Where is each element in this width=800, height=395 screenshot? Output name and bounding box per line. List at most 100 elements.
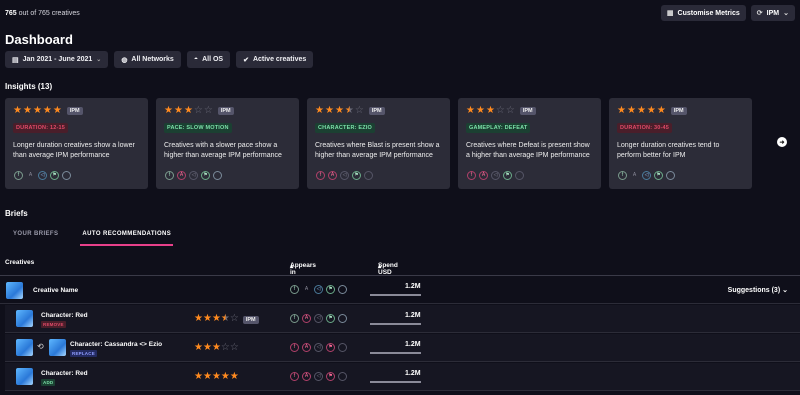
table-row[interactable]: Character: Red REMOVE ★★★★☆ IPM f A ◁ ⚑ 1.2M xyxy=(5,305,800,333)
android-icon: ⚑ xyxy=(352,171,361,180)
apple-icon xyxy=(213,171,222,180)
ipm-badge: IPM xyxy=(242,316,259,324)
network-icons: f A ◁ ⚑ xyxy=(14,171,71,180)
android-icon: ⚑ xyxy=(654,171,663,180)
adwords-icon: A xyxy=(328,171,337,180)
adwords-icon: A xyxy=(302,372,311,381)
insight-description: Longer duration creatives tend to perfor… xyxy=(617,142,720,159)
insight-card[interactable]: ★ ★ ★ ★ ★ IPM DURATION: 30-45 Longer duration… xyxy=(609,98,752,189)
creative-count: 765 out of 765 creatives xyxy=(5,9,80,17)
creative-thumbnail xyxy=(49,339,66,356)
column-creatives[interactable]: Creatives xyxy=(5,259,34,266)
apple-icon xyxy=(666,171,675,180)
apple-icon xyxy=(338,343,347,352)
creative-thumbnail xyxy=(6,282,23,299)
insight-card[interactable]: ★ ★ ★ ☆ ☆ IPM PACE: SLOW MOTION Creatives wit… xyxy=(156,98,299,189)
adwords-icon: A xyxy=(479,171,488,180)
insight-description: Creatives where Blast is present show a … xyxy=(315,142,440,159)
top-bar: 765 out of 765 creatives ▦ Customise Metr… xyxy=(5,5,795,21)
refresh-icon: ⟳ xyxy=(756,10,763,17)
insight-tag: DURATION: 12-15 xyxy=(13,123,69,133)
insights-heading: Insights (13) xyxy=(5,82,53,91)
insights-carousel: ★ ★ ★ ★ ★ IPM DURATION: 12-15 Longer duration… xyxy=(5,98,752,189)
customise-metrics-button[interactable]: ▦ Customise Metrics xyxy=(660,5,746,21)
insight-card[interactable]: ★ ★ ★ ★ ★ IPM DURATION: 12-15 Longer duration… xyxy=(5,98,148,189)
insight-tag: DURATION: 30-45 xyxy=(617,123,673,133)
carousel-next-button[interactable]: ➜ xyxy=(777,137,787,147)
star-icon: ★ xyxy=(52,105,62,116)
insight-tag: CHARACTER: EZIO xyxy=(315,123,376,133)
creative-name: Character: Red xyxy=(41,370,88,377)
star-icon: ☆ xyxy=(220,342,230,353)
unity-icon: ◁ xyxy=(340,171,349,180)
insight-card[interactable]: ★ ★ ★ ☆ ☆ IPM GAMEPLAY: DEFEAT Creatives wher… xyxy=(458,98,601,189)
spend-value: 1.2M xyxy=(405,341,421,348)
briefs-heading: Briefs xyxy=(5,209,28,218)
star-icon: ★ xyxy=(32,105,42,116)
unity-icon: ◁ xyxy=(491,171,500,180)
star-icon: ★ xyxy=(656,105,666,116)
unity-icon: ◁ xyxy=(189,171,198,180)
briefs-tabs: YOUR BRIEFS AUTO RECOMMENDATIONS xyxy=(13,231,174,246)
star-icon: ★ xyxy=(324,105,334,116)
adwords-icon: A xyxy=(302,343,311,352)
arrow-right-icon: ➜ xyxy=(779,139,785,146)
os-filter[interactable]: ◓ All OS xyxy=(186,51,231,68)
star-rating: ★ ★ ★ ★ ★ IPM xyxy=(617,106,744,116)
tab-auto-recommendations[interactable]: AUTO RECOMMENDATIONS xyxy=(80,231,174,246)
insight-card[interactable]: ★ ★ ★ ★ ☆ IPM CHARACTER: EZIO Creatives where… xyxy=(307,98,450,189)
creative-name: Character: Cassandra <> Ezio xyxy=(70,341,163,348)
facebook-icon: f xyxy=(290,285,299,294)
adwords-icon: A xyxy=(302,314,311,323)
star-icon: ★ xyxy=(194,313,203,324)
star-rating: ★★★★☆IPM xyxy=(194,314,259,324)
apple-icon xyxy=(338,285,347,294)
unity-icon: ◁ xyxy=(314,343,323,352)
insight-description: Creatives where Defeat is present show a… xyxy=(466,142,590,159)
network-icons: f A ◁ ⚑ xyxy=(618,171,675,180)
star-icon: ★ xyxy=(211,313,221,324)
facebook-icon: f xyxy=(467,171,476,180)
apple-icon xyxy=(338,314,347,323)
network-icons: f A ◁ ⚑ xyxy=(467,171,524,180)
chevron-down-icon: ⌄ xyxy=(783,10,789,17)
suggestions-toggle[interactable]: Suggestions (3) ⌄ xyxy=(728,286,788,294)
swap-icon: ⟲ xyxy=(37,342,44,351)
apple-icon xyxy=(364,171,373,180)
apple-icon xyxy=(515,171,524,180)
tab-your-briefs[interactable]: YOUR BRIEFS xyxy=(13,231,58,246)
android-icon: ⚑ xyxy=(50,171,59,180)
calendar-icon: ▤ xyxy=(12,56,19,64)
star-icon: ★ xyxy=(334,105,344,116)
spend-bar xyxy=(370,352,421,354)
android-icon: ◓ xyxy=(193,56,199,63)
table-row[interactable]: Character: Red ADD ★★★★★ f A ◁ ⚑ 1.2M xyxy=(5,363,800,391)
star-icon: ☆ xyxy=(354,105,364,116)
network-icons: f A ◁ ⚑ xyxy=(290,314,347,323)
star-icon: ★ xyxy=(344,105,354,116)
ipm-badge: IPM xyxy=(66,107,83,115)
star-rating: ★ ★ ★ ☆ ☆ IPM xyxy=(466,106,593,116)
check-circle-icon: ✔ xyxy=(243,56,249,64)
table-row[interactable]: Creative Name f A ◁ ⚑ 1.2M Suggestions (3) … xyxy=(0,277,800,304)
star-icon: ☆ xyxy=(229,342,239,353)
date-range-filter[interactable]: ▤ Jan 2021 - June 2021 ⌄ xyxy=(5,51,109,68)
star-icon: ☆ xyxy=(229,313,239,324)
ipm-badge: IPM xyxy=(519,107,536,115)
insight-description: Longer duration creatives show a lower t… xyxy=(13,142,135,159)
android-icon: ⚑ xyxy=(201,171,210,180)
star-icon: ★ xyxy=(475,105,485,116)
star-icon: ☆ xyxy=(193,105,203,116)
status-filter[interactable]: ✔ Active creatives xyxy=(236,51,314,68)
android-icon: ⚑ xyxy=(326,343,335,352)
star-icon: ★ xyxy=(22,105,32,116)
star-rating: ★★★☆☆ xyxy=(194,343,239,353)
star-icon: ★ xyxy=(315,105,324,116)
unity-icon: ◁ xyxy=(314,285,323,294)
apple-icon xyxy=(62,171,71,180)
table-row[interactable]: ⟲ Character: Cassandra <> Ezio REPLACE ★… xyxy=(5,334,800,362)
ipm-badge: IPM xyxy=(368,107,385,115)
android-icon: ⚑ xyxy=(326,314,335,323)
networks-filter[interactable]: ◍ All Networks xyxy=(114,51,181,68)
metric-select[interactable]: ⟳ IPM ⌄ xyxy=(750,5,795,21)
